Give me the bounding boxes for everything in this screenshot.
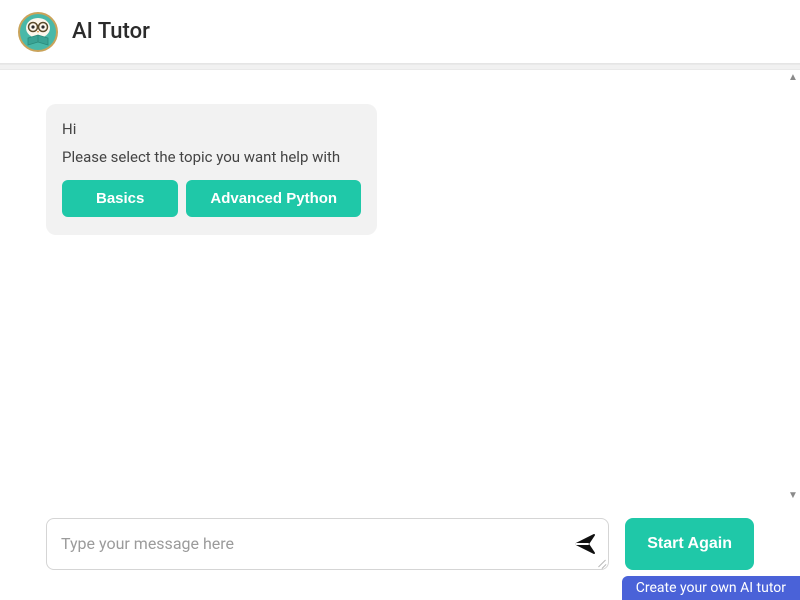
message-prompt: Please select the topic you want help wi… (62, 148, 361, 166)
app-header: AI Tutor (0, 0, 800, 64)
assistant-message: Hi Please select the topic you want help… (46, 104, 377, 235)
message-input-container (46, 518, 609, 570)
send-icon[interactable] (572, 531, 598, 557)
create-tutor-link[interactable]: Create your own AI tutor (622, 576, 800, 600)
start-again-button[interactable]: Start Again (625, 518, 754, 570)
textarea-resize-handle-icon (596, 557, 606, 567)
chat-scroll-area[interactable]: Hi Please select the topic you want help… (0, 70, 800, 504)
scroll-down-arrow-icon[interactable]: ▼ (786, 490, 800, 502)
topic-advanced-python-button[interactable]: Advanced Python (186, 180, 361, 217)
composer-row: Start Again (46, 518, 754, 570)
scroll-up-arrow-icon[interactable]: ▲ (786, 72, 800, 84)
message-input[interactable] (61, 524, 572, 564)
topic-basics-button[interactable]: Basics (62, 180, 178, 217)
vertical-scrollbar[interactable]: ▲ ▼ (786, 70, 800, 504)
topic-button-row: Basics Advanced Python (62, 180, 361, 217)
app-title: AI Tutor (72, 19, 150, 44)
message-greeting: Hi (62, 120, 361, 138)
app-logo-icon (18, 12, 58, 52)
